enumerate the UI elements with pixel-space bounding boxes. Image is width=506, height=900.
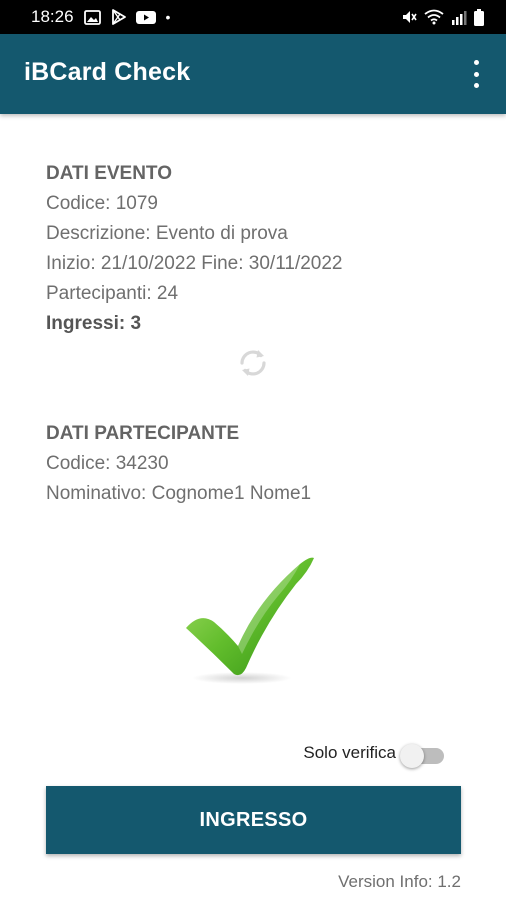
- ingresso-button[interactable]: INGRESSO: [46, 786, 461, 854]
- refresh-icon[interactable]: [236, 346, 270, 380]
- youtube-icon: [135, 10, 156, 25]
- event-heading: DATI EVENTO: [46, 163, 172, 184]
- event-codice: Codice: 1079: [46, 193, 158, 214]
- more-vert-icon[interactable]: [466, 60, 486, 88]
- battery-icon: [474, 8, 484, 26]
- event-ingressi: Ingressi: 3: [46, 313, 142, 334]
- status-time: 18:26: [31, 7, 74, 26]
- wifi-icon: [424, 9, 444, 25]
- app-bar: iBCard Check: [0, 34, 506, 114]
- participant-codice: Codice: 34230: [46, 453, 169, 474]
- solo-verifica-toggle[interactable]: [400, 742, 446, 768]
- participant-section: DATI PARTECIPANTE Codice: 34230 Nominati…: [46, 419, 311, 509]
- event-descrizione: Descrizione: Evento di prova: [46, 223, 288, 244]
- participant-heading: DATI PARTECIPANTE: [46, 423, 240, 444]
- app-title: iBCard Check: [24, 58, 191, 86]
- event-section: DATI EVENTO Codice: 1079 Descrizione: Ev…: [46, 159, 343, 339]
- solo-verifica-label: Solo verifica: [303, 743, 396, 762]
- gallery-icon: [83, 9, 101, 25]
- event-partecipanti: Partecipanti: 24: [46, 283, 179, 304]
- participant-nominativo: Nominativo: Cognome1 Nome1: [46, 483, 312, 504]
- signal-icon: [451, 10, 467, 25]
- mute-icon: [401, 9, 417, 25]
- version-info: Version Info: 1.2: [338, 872, 461, 891]
- event-date-range: Inizio: 21/10/2022 Fine: 30/11/2022: [46, 253, 343, 274]
- status-bar: 18:26 •: [0, 0, 506, 34]
- play-store-icon: [111, 9, 126, 25]
- notification-dot: •: [165, 9, 171, 25]
- green-checkmark-icon: [180, 550, 326, 690]
